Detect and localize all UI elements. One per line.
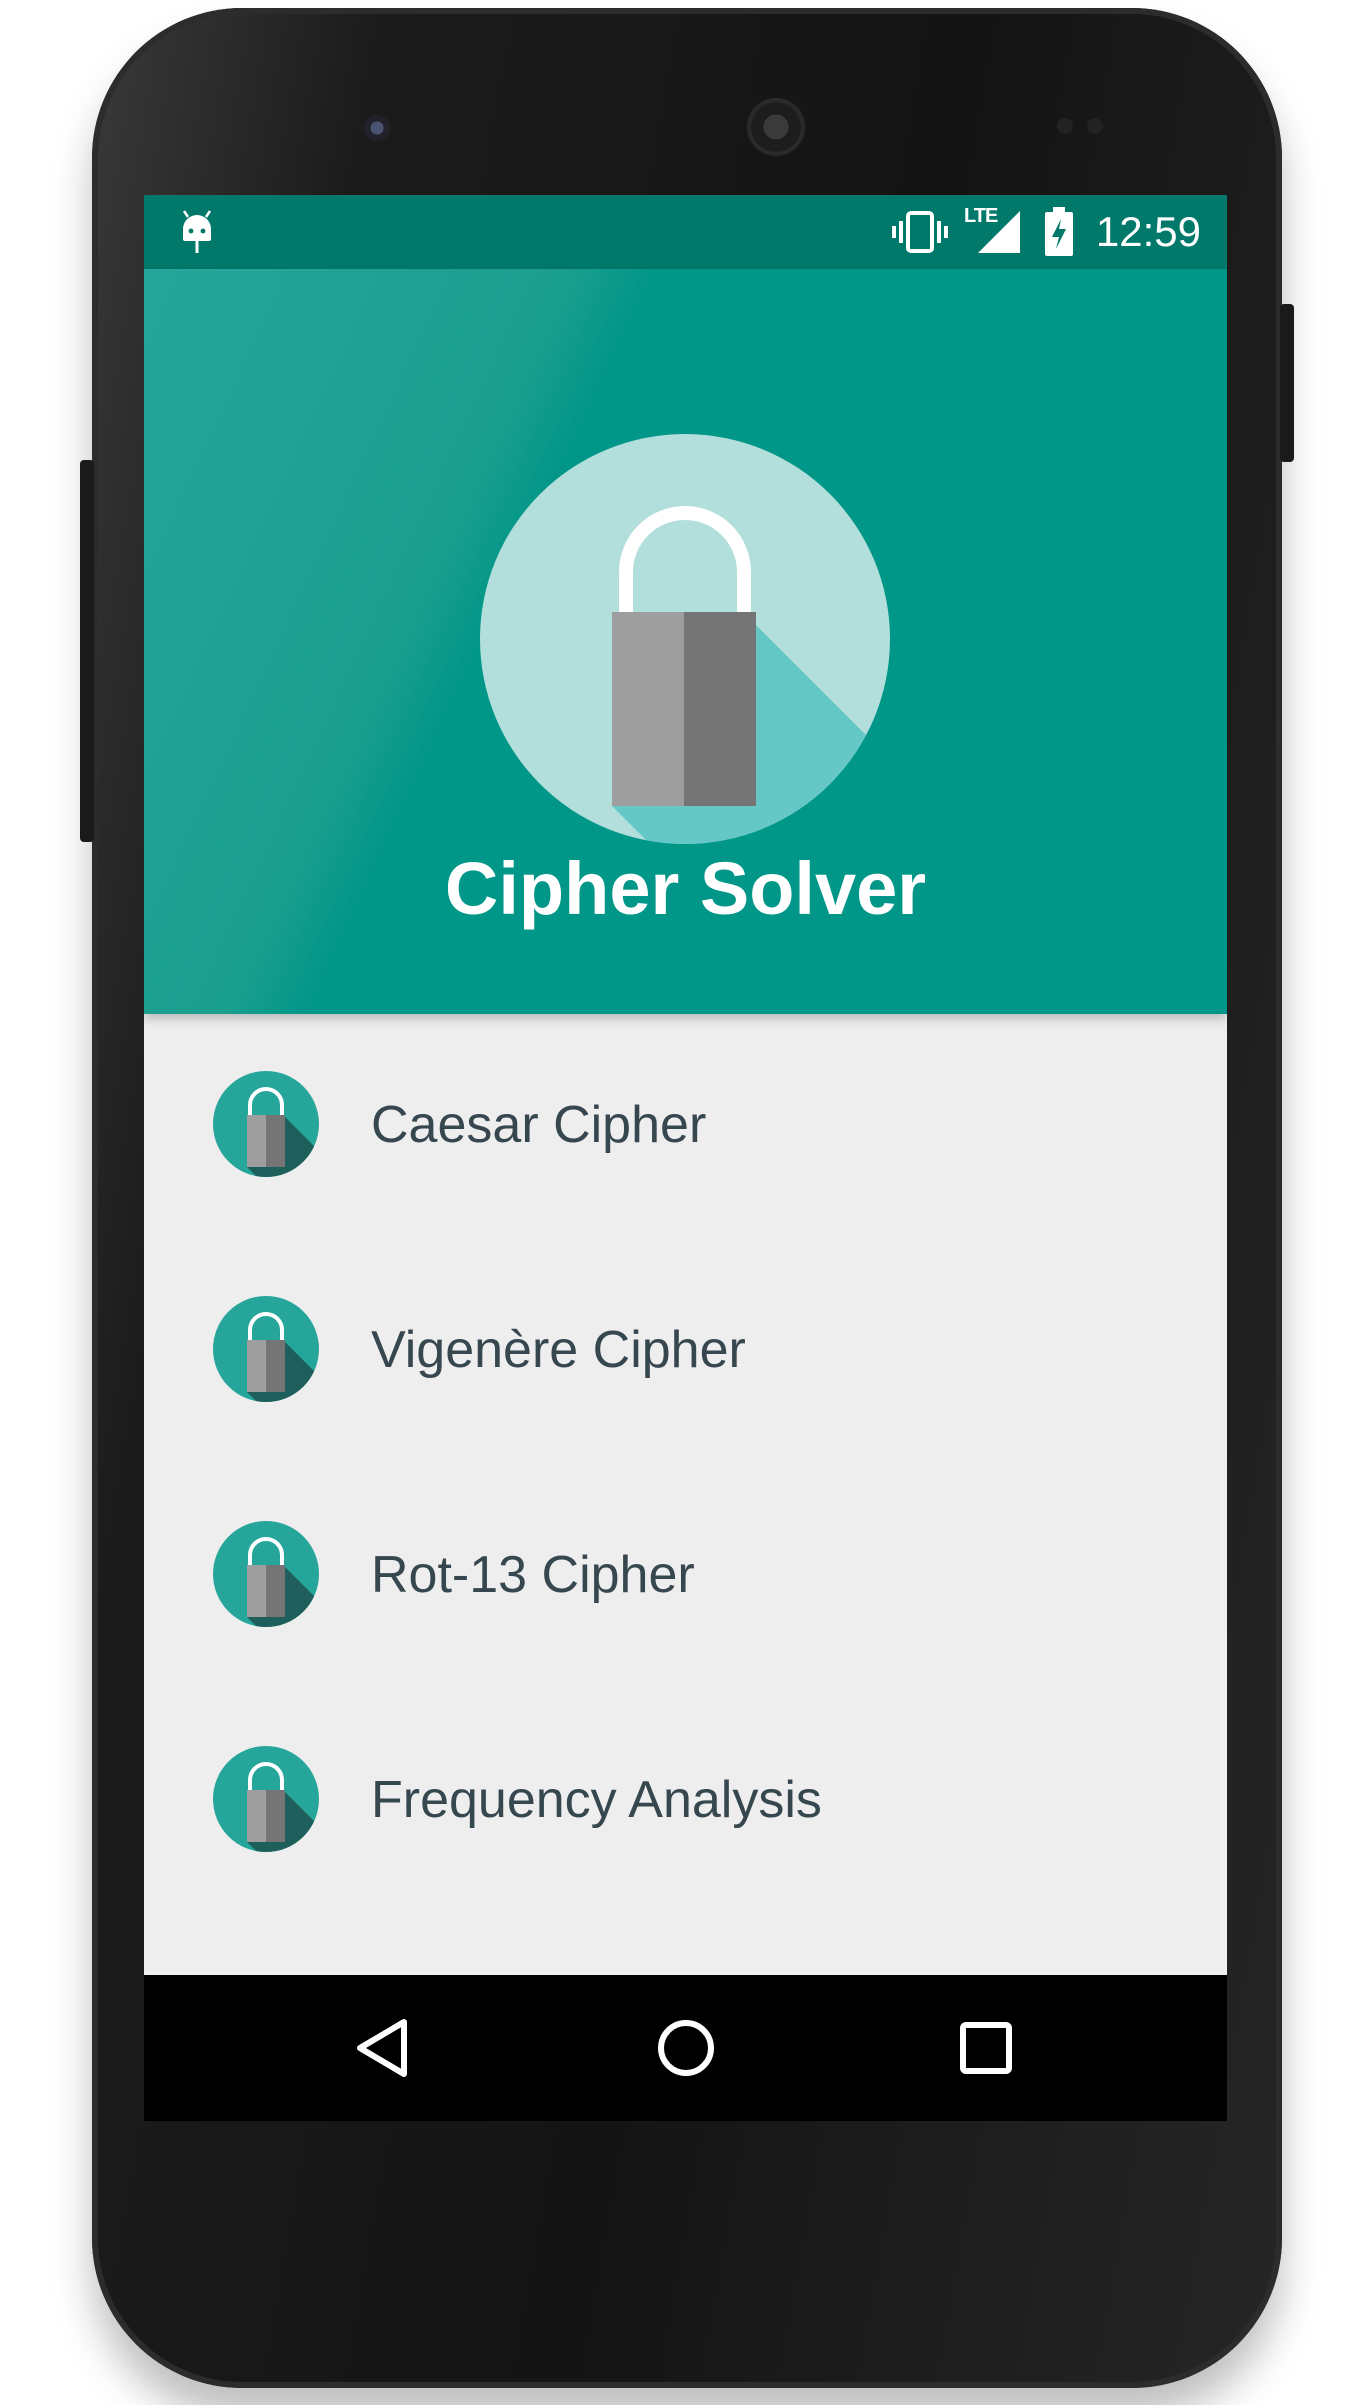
list-item-frequency-analysis[interactable]: Frequency Analysis	[144, 1689, 1227, 1914]
status-bar: LTE 12:59	[144, 195, 1227, 269]
recents-icon[interactable]	[946, 2008, 1026, 2088]
light-sensor	[1087, 118, 1103, 134]
power-button	[80, 460, 94, 842]
battery-charging-icon	[1045, 207, 1073, 256]
list-item-label: Frequency Analysis	[371, 1771, 822, 1829]
android-debug-icon	[182, 210, 212, 253]
list-item-rot13-cipher[interactable]: Rot-13 Cipher	[144, 1464, 1227, 1689]
list-item-caesar-cipher[interactable]: Caesar Cipher	[144, 1014, 1227, 1239]
status-time: 12:59	[1095, 208, 1201, 255]
navigation-bar	[144, 1975, 1227, 2121]
front-camera	[364, 115, 390, 141]
volume-button	[1280, 304, 1294, 462]
proximity-sensor	[1057, 118, 1073, 134]
phone-screen: LTE 12:59 Cipher Solver Caesar Cipher Vi…	[144, 195, 1227, 2121]
app-title: Cipher Solver	[444, 847, 927, 930]
earpiece-speaker	[747, 98, 805, 156]
list-item-label: Caesar Cipher	[371, 1096, 707, 1154]
padlock-icon	[213, 1071, 319, 1177]
list-item-label: Rot-13 Cipher	[371, 1546, 695, 1604]
back-icon[interactable]	[346, 2008, 426, 2088]
list-item-vigenere-cipher[interactable]: Vigenère Cipher	[144, 1239, 1227, 1464]
padlock-icon	[213, 1296, 319, 1402]
padlock-icon	[480, 434, 890, 844]
app-header: Cipher Solver	[144, 269, 1227, 1014]
padlock-icon	[213, 1521, 319, 1627]
list-item-label: Vigenère Cipher	[371, 1321, 746, 1379]
home-icon[interactable]	[646, 2008, 726, 2088]
vibrate-icon	[892, 211, 948, 253]
network-type-label: LTE	[964, 205, 998, 227]
padlock-icon	[213, 1746, 319, 1852]
